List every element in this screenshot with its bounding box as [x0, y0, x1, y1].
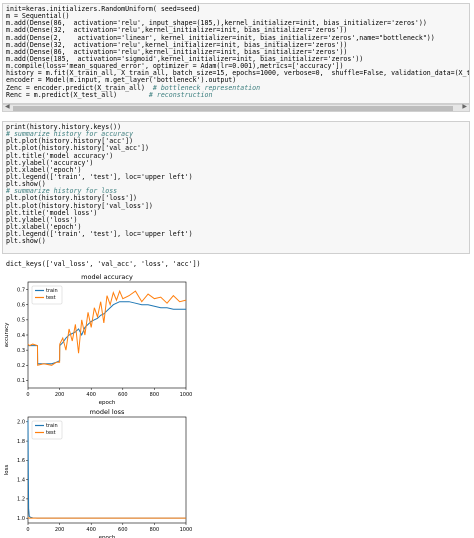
x-tick-label: 1000	[180, 392, 193, 398]
y-tick-label: 1.4	[17, 477, 25, 483]
chart-title: model accuracy	[81, 273, 133, 281]
x-tick-label: 400	[86, 527, 96, 533]
scroll-right-arrow-icon[interactable]: ▶	[462, 103, 467, 110]
code-line: Renc = m.predict(X_test_all) # reconstru…	[6, 90, 466, 99]
y-axis-label: accuracy	[4, 322, 10, 348]
code-line: init=keras.initializers.RandomUniform( s…	[6, 5, 466, 13]
y-tick-label: 1.2	[17, 497, 25, 503]
y-tick-label: 0.3	[17, 348, 25, 354]
code-comment: # reconstruction	[148, 90, 213, 99]
x-tick-label: 400	[86, 392, 96, 398]
legend-label-train: train	[46, 288, 58, 294]
horizontal-scrollbar[interactable]: ◀ ▶	[2, 103, 470, 112]
legend-label-test: test	[46, 295, 56, 301]
y-tick-label: 1.6	[17, 458, 25, 464]
y-tick-label: 0.5	[17, 318, 25, 324]
loss-chart: model lossepochloss0 200 400 600 800 10001.01…	[4, 408, 193, 538]
code-cell-model[interactable]: init=keras.initializers.RandomUniform( s…	[2, 3, 470, 104]
code-line: plt.legend(['train', 'test'], loc='upper…	[6, 231, 466, 238]
x-tick-label: 600	[118, 527, 128, 533]
y-tick-label: 0.1	[17, 378, 25, 384]
scrollbar-thumb[interactable]	[13, 106, 453, 111]
y-tick-label: 0.7	[17, 287, 25, 293]
code-line: plt.show()	[6, 238, 466, 245]
y-tick-label: 0.4	[17, 333, 25, 339]
code-editor-model[interactable]: init=keras.initializers.RandomUniform( s…	[3, 4, 469, 101]
x-tick-label: 800	[150, 392, 160, 398]
y-tick-label: 1.8	[17, 439, 25, 445]
y-tick-label: 0.6	[17, 303, 25, 309]
x-tick-label: 800	[150, 527, 160, 533]
x-tick-label: 600	[118, 392, 128, 398]
x-tick-label: 200	[55, 527, 65, 533]
x-tick-label: 0	[26, 392, 29, 398]
code-editor-plots[interactable]: print(history.history.keys()) # summarize…	[3, 122, 469, 247]
y-tick-label: 0.2	[17, 363, 25, 369]
y-axis-label: loss	[4, 465, 10, 476]
legend-label-train: train	[46, 423, 58, 429]
x-tick-label: 0	[26, 527, 29, 533]
scroll-left-arrow-icon[interactable]: ◀	[5, 103, 10, 110]
y-tick-label: 1.0	[17, 516, 25, 522]
accuracy-chart: model accuracyepochaccuracy0 200 400 600 800…	[4, 273, 193, 405]
y-tick-label: 2.0	[17, 420, 25, 426]
x-tick-label: 1000	[180, 527, 193, 533]
code-text: plt.show()	[6, 237, 46, 246]
code-cell-plots[interactable]: print(history.history.keys()) # summarize…	[2, 121, 470, 254]
code-text: Renc = m.predict(X_test_all)	[6, 90, 149, 99]
code-line: plt.legend(['train', 'test'], loc='upper…	[6, 173, 466, 181]
chart-title: model loss	[90, 408, 125, 416]
output-history-keys: dict_keys(['val_loss', 'val_acc', 'loss'…	[6, 260, 201, 268]
legend-label-test: test	[46, 430, 56, 436]
x-tick-label: 200	[55, 392, 65, 398]
